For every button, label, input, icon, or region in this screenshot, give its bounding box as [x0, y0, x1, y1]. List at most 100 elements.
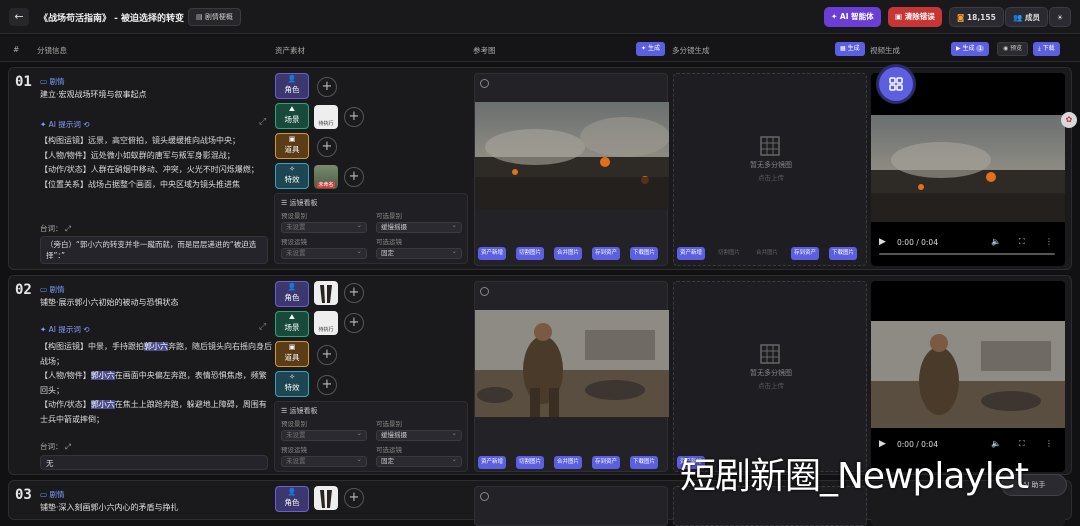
video-time: 0:00 / 0:04 [897, 238, 938, 247]
prop-asset-button[interactable]: ▣ 道具 [275, 341, 309, 367]
add-scene-button[interactable]: + [344, 107, 364, 127]
clear-errors-button[interactable]: ▣ 清除错误 [888, 7, 942, 27]
expand-icon[interactable]: ⤢ [259, 117, 266, 127]
scene-asset-button[interactable]: ⛰ 场景 [275, 311, 309, 337]
box-icon: ▣ [288, 135, 296, 143]
fx-asset-button[interactable]: ✧ 特效 [275, 163, 309, 189]
opt-move-select[interactable]: 固定 [376, 455, 462, 467]
add-role-button[interactable]: + [344, 283, 364, 303]
prompt-text[interactable]: 【构图运镜】远景，高空俯拍，镜头缓缓推向战场中央； 【人物/物件】远处微小如蚁群… [40, 134, 272, 192]
character-highlight[interactable]: 郭小六 [144, 342, 168, 351]
video-player[interactable]: ▶ 0:00 / 0:04 🔈 ⛶ ⋮ [871, 73, 1065, 266]
cut-image-button[interactable]: 切割图片 [516, 247, 545, 260]
role-asset-button[interactable]: 👤 角色 [275, 281, 309, 307]
role-asset-button[interactable]: 👤 角色 [275, 486, 309, 512]
history-icon: ⟲ [80, 120, 90, 129]
select-radio[interactable] [480, 79, 489, 88]
soldier-art [475, 310, 669, 417]
expand-icon[interactable]: ⤢ [63, 442, 71, 451]
opt-shot-select[interactable]: 缓慢摇摄 [376, 221, 462, 233]
ref-generate-button[interactable]: ✦ 生成 [636, 42, 665, 56]
preset-move-select[interactable]: 未设置 [281, 247, 367, 259]
scene-thumbnail[interactable]: 待执行 [314, 105, 338, 129]
user-icon: 👤 [287, 75, 297, 83]
asset-add-button[interactable]: 资产新增 [478, 456, 507, 469]
scene-asset-button[interactable]: ⛰ 场景 [275, 103, 309, 129]
ai-prompt-tag[interactable]: ✦ AI 提示词 ⟲ [40, 324, 90, 335]
add-fx-button[interactable]: + [317, 375, 337, 395]
save-asset-button[interactable]: 存到资产 [592, 247, 621, 260]
add-role-button[interactable]: + [344, 488, 364, 508]
multi-shot-panel[interactable]: 暂无多分镜图 点击上传 资产新增 [673, 281, 867, 472]
reference-panel: 资产新增 切割图片 合并图片 存到资产 下载图片 [474, 73, 669, 266]
battlefield-image[interactable] [475, 102, 669, 209]
preset-move-label: 预设运镜 [281, 238, 307, 246]
add-role-button[interactable]: + [317, 77, 337, 97]
download-image-button[interactable]: 下载图片 [829, 247, 858, 260]
asset-add-button[interactable]: 资产新增 [478, 247, 507, 260]
credits-badge[interactable]: ◙ 18,155 [949, 7, 1004, 27]
character-highlight[interactable]: 郭小六 [90, 371, 115, 380]
fx-asset-button[interactable]: ✧ 特效 [275, 371, 309, 397]
preview-button[interactable]: ◉ 预览 [997, 42, 1029, 56]
dialogue-field[interactable]: （旁白）“郭小六的转变并非一蹴而就，而是层层递进的“被迫选择”：” [40, 236, 268, 264]
theme-toggle-button[interactable]: ☀ [1049, 7, 1071, 27]
expand-icon[interactable]: ⤢ [63, 224, 71, 233]
preset-shot-select[interactable]: 未设置 [281, 221, 367, 233]
video-progress[interactable] [879, 253, 1055, 255]
download-image-button[interactable]: 下载图片 [630, 247, 659, 260]
more-icon[interactable]: ⋮ [1045, 237, 1053, 246]
side-tool-icon[interactable]: ✿ [1061, 112, 1077, 128]
dialogue-field[interactable]: 无 [40, 455, 268, 470]
play-icon[interactable]: ▶ [879, 237, 886, 247]
download-image-button[interactable]: 下载图片 [630, 456, 659, 469]
prompt-line: 【构图运镜】远景，高空俯拍，镜头缓缓推向战场中央； [40, 136, 240, 145]
top-bar: ← 《战场苟活指南》 - 被迫选择的转变 ▤ 剧情梗概 ✦ AI 智能体 ▣ 清… [0, 0, 1080, 34]
users-icon: 👥 [1013, 13, 1025, 22]
video-generate-button[interactable]: ▶ 生成 1 [951, 42, 990, 56]
opt-move-select[interactable]: 固定 [376, 247, 462, 259]
add-prop-button[interactable]: + [317, 345, 337, 365]
ai-prompt-tag[interactable]: ✦ AI 提示词 ⟲ [40, 119, 90, 130]
add-prop-button[interactable]: + [317, 137, 337, 157]
ai-agent-button[interactable]: ✦ AI 智能体 [824, 7, 881, 27]
merge-image-button: 合并图片 [756, 250, 779, 256]
video-player[interactable]: ▶ 0:00 / 0:04 🔈 ⛶ ⋮ [871, 281, 1065, 472]
multi-generate-button[interactable]: ▦ 生成 [835, 42, 865, 56]
select-radio[interactable] [480, 492, 489, 501]
synopsis-button[interactable]: ▤ 剧情梗概 [188, 8, 241, 26]
save-asset-button[interactable]: 存到资产 [592, 456, 621, 469]
opt-shot-select[interactable]: 缓慢摇摄 [376, 429, 462, 441]
fullscreen-icon[interactable]: ⛶ [1019, 237, 1025, 247]
character-highlight[interactable]: 郭小六 [90, 400, 115, 409]
video-frame [871, 321, 1065, 428]
fx-thumbnail[interactable]: 未命名 [314, 165, 338, 189]
grid-view-button[interactable] [879, 67, 913, 101]
preset-move-select[interactable]: 未设置 [281, 455, 367, 467]
members-button[interactable]: 👥 成员 [1005, 7, 1048, 27]
soldier-image[interactable] [475, 310, 669, 417]
volume-icon[interactable]: 🔈 [991, 237, 1001, 246]
download-button[interactable]: ⤓ 下载 [1033, 42, 1060, 56]
add-fx-button[interactable]: + [344, 167, 364, 187]
box-icon: ▣ [288, 343, 296, 351]
save-asset-button[interactable]: 存到资产 [791, 247, 820, 260]
role-asset-button[interactable]: 👤 角色 [275, 73, 309, 99]
prompt-text[interactable]: 【构图运镜】中景，手持跟拍郭小六奔跑，随后镜头向右摇向身后战场； 【人物/物件】… [40, 340, 272, 427]
preset-shot-select[interactable]: 未设置 [281, 429, 367, 441]
prop-asset-button[interactable]: ▣ 道具 [275, 133, 309, 159]
add-scene-button[interactable]: + [344, 313, 364, 333]
cut-image-button[interactable]: 切割图片 [516, 456, 545, 469]
role-thumbnail[interactable] [314, 486, 338, 510]
merge-image-button[interactable]: 合并图片 [554, 456, 583, 469]
more-icon[interactable]: ⋮ [1045, 439, 1053, 448]
role-thumbnail[interactable] [314, 281, 338, 305]
col-index: # [13, 45, 20, 54]
scene-thumbnail[interactable]: 待执行 [314, 311, 338, 335]
back-button[interactable]: ← [9, 8, 29, 26]
expand-icon[interactable]: ⤢ [259, 322, 266, 332]
asset-add-button[interactable]: 资产新增 [677, 247, 706, 260]
multi-shot-panel[interactable]: 暂无多分镜图 点击上传 资产新增 切割图片 合并图片 存到资产 下载图片 [673, 73, 867, 266]
merge-image-button[interactable]: 合并图片 [554, 247, 583, 260]
select-radio[interactable] [480, 287, 489, 296]
